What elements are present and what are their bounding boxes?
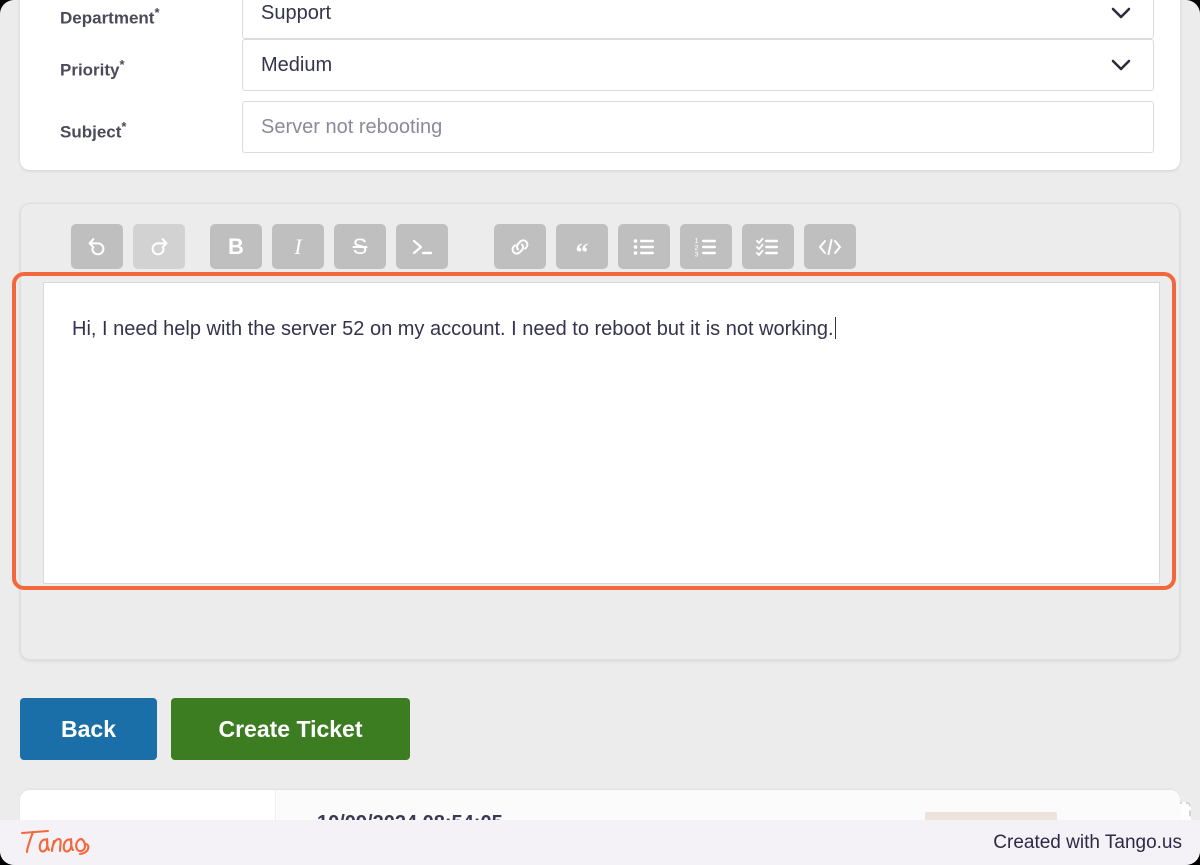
description-text: Hi, I need help with the server 52 on my…: [72, 317, 836, 340]
create-ticket-button[interactable]: Create Ticket: [171, 698, 410, 760]
terminal-button[interactable]: [396, 224, 448, 269]
back-button[interactable]: Back: [20, 698, 157, 760]
checklist-icon: [756, 237, 780, 257]
code-block-button[interactable]: [804, 224, 856, 269]
editor-toolbar: B I S “ 1 2 3: [21, 204, 1179, 282]
chevron-down-icon: [1111, 59, 1131, 71]
priority-label: Priority*: [60, 57, 125, 80]
subject-input[interactable]: Server not rebooting: [242, 101, 1154, 153]
italic-icon: I: [294, 233, 302, 259]
undo-button[interactable]: [71, 224, 123, 269]
strikethrough-icon: S: [352, 233, 368, 259]
toolbar-group-history: [71, 224, 185, 269]
priority-select[interactable]: Medium: [242, 39, 1154, 91]
required-marker: *: [121, 119, 127, 134]
svg-text:1: 1: [695, 238, 699, 245]
ticket-history-peek: 10/09/2024 08:54:05: [20, 790, 1180, 822]
ticket-form-card: Department* Support Priority* Medium Sub…: [20, 0, 1180, 170]
numbered-list-icon: 1 2 3: [694, 237, 718, 257]
bold-icon: B: [228, 233, 244, 259]
link-icon: [508, 236, 532, 258]
bullet-list-icon: [632, 237, 656, 257]
department-value: Support: [261, 2, 332, 24]
form-actions: Back Create Ticket: [20, 698, 410, 760]
form-row-priority: Priority* Medium: [20, 34, 1180, 96]
redo-icon: [148, 236, 170, 258]
form-row-subject: Subject* Server not rebooting: [20, 96, 1180, 158]
priority-value: Medium: [261, 54, 333, 76]
description-editor-card: B I S “ 1 2 3 Hi, I need help with the s…: [20, 203, 1191, 860]
chevron-down-icon: [1111, 7, 1131, 19]
code-icon: [818, 237, 842, 257]
text-caret: [834, 317, 836, 339]
checklist-button[interactable]: [742, 224, 794, 269]
redo-button[interactable]: [133, 224, 185, 269]
peek-left-cell: [20, 790, 276, 822]
blockquote-button[interactable]: “: [556, 224, 608, 269]
strikethrough-button[interactable]: S: [334, 224, 386, 269]
tango-logo: [14, 826, 110, 860]
description-textarea[interactable]: Hi, I need help with the server 52 on my…: [43, 282, 1160, 584]
footer-note: Created with Tango.us: [993, 832, 1182, 853]
bullet-list-button[interactable]: [618, 224, 670, 269]
numbered-list-button[interactable]: 1 2 3: [680, 224, 732, 269]
svg-text:3: 3: [695, 251, 699, 257]
table-row: 10/09/2024 08:54:05: [277, 790, 1180, 822]
italic-button[interactable]: I: [272, 224, 324, 269]
terminal-icon: [410, 236, 434, 258]
required-marker: *: [119, 57, 125, 72]
link-button[interactable]: [494, 224, 546, 269]
toolbar-group-block-format: “ 1 2 3: [494, 224, 856, 269]
subject-placeholder: Server not rebooting: [261, 116, 443, 138]
required-marker: *: [154, 5, 160, 20]
app-screen: Department* Support Priority* Medium Sub…: [0, 0, 1200, 865]
undo-icon: [86, 236, 108, 258]
toolbar-group-inline-format: B I S: [210, 224, 448, 269]
tango-footer: Created with Tango.us: [0, 820, 1200, 865]
quote-icon: “: [575, 237, 589, 267]
subject-label: Subject*: [60, 119, 127, 142]
bold-button[interactable]: B: [210, 224, 262, 269]
